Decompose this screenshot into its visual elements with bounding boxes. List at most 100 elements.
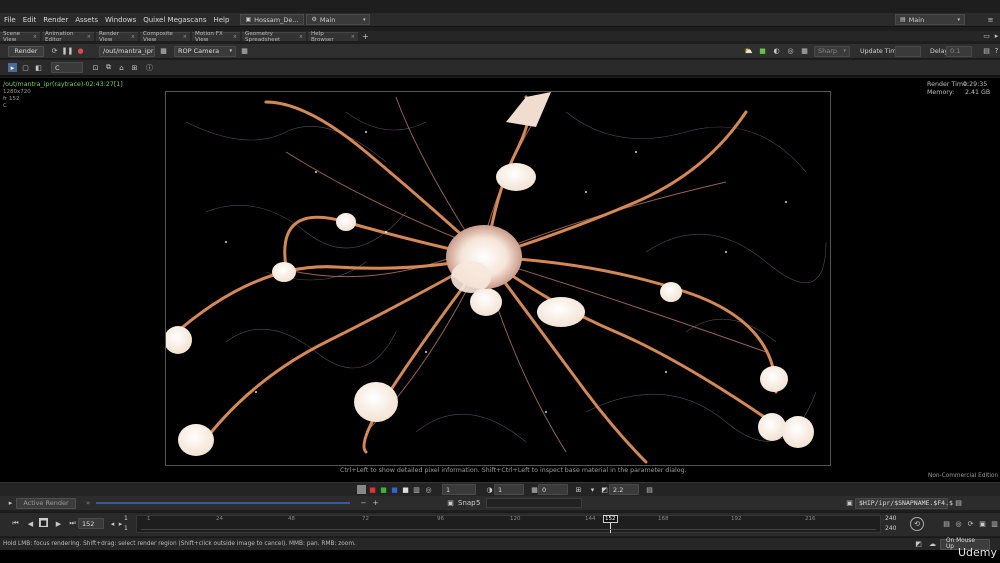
timeline-bar: ⏮ ◀ ■ ▶ ⏭ 152 ◂ ▸ 1 1 1 24 48 72 96 120 … (0, 512, 1000, 536)
realtime-icon[interactable]: ⟲ (910, 517, 924, 531)
close-icon[interactable]: × (233, 34, 237, 40)
light-icon[interactable]: ◐ (772, 47, 781, 56)
audio-icon[interactable]: ▣ (978, 519, 987, 528)
sharp-field[interactable]: Sharp ▾ (814, 45, 850, 57)
gamma-menu-icon[interactable]: ▾ (588, 485, 597, 494)
save-icon[interactable]: ▣ (845, 499, 854, 508)
frame-ruler[interactable]: 1 24 48 72 96 120 144 152 168 192 216 (136, 515, 881, 533)
desktop-selector[interactable]: ⚙ Main ▾ (306, 14, 371, 25)
cloud-status-icon[interactable]: ☁ (928, 540, 937, 549)
tick-label: 120 (510, 516, 521, 522)
select-icon[interactable]: ▸ (8, 63, 17, 72)
camera-field[interactable]: ROP Camera ▾ (174, 45, 236, 57)
lock-icon[interactable]: ⌂ (117, 63, 126, 72)
close-icon[interactable]: × (87, 34, 91, 40)
rgb-icon[interactable] (357, 485, 366, 494)
region-icon[interactable]: ▢ (21, 63, 30, 72)
color-picker-icon[interactable]: ◧ (34, 63, 43, 72)
tab-composite-view[interactable]: Composite View × (140, 31, 190, 43)
menu-help[interactable]: Help (213, 16, 229, 24)
snap-field[interactable] (486, 498, 582, 508)
close-icon[interactable]: × (351, 34, 355, 40)
stop-playback-icon[interactable]: ■ (39, 518, 48, 527)
refresh-icon[interactable]: ⟳ (50, 47, 59, 56)
jump-start-icon[interactable]: ⏮ (11, 519, 20, 528)
folder-icon[interactable]: ▤ (954, 499, 963, 508)
info-icon[interactable]: ⓘ (145, 63, 154, 72)
cloud-icon[interactable]: ⛅ (744, 47, 753, 56)
right-desktop-selector[interactable]: ▤ Main ▾ (895, 14, 965, 25)
menu-windows[interactable]: Windows (105, 16, 136, 24)
exposure-field[interactable]: 1 (442, 484, 476, 495)
playhead-marker[interactable]: 152 (603, 515, 618, 523)
file-name-box[interactable]: ▣ Hossam_De... (240, 14, 305, 25)
node-select-icon[interactable]: ▦ (159, 47, 168, 56)
tab-help-browser[interactable]: Help Browser × (308, 31, 358, 43)
active-render-button[interactable]: Active Render (16, 497, 76, 509)
pin-icon[interactable]: ⊞ (130, 63, 139, 72)
step-back-icon[interactable]: ◀ (26, 519, 35, 528)
camera-select-icon[interactable]: ▦ (240, 47, 249, 56)
close-icon[interactable]: × (299, 34, 303, 40)
shader-icon[interactable]: ■ (758, 47, 767, 56)
green-channel-icon[interactable]: ■ (379, 485, 388, 494)
delay-field[interactable]: 0.1 (946, 45, 972, 57)
rop-path-field[interactable]: /out/mantra_ipr (99, 45, 155, 57)
compare-icon[interactable]: ⧉ (104, 63, 113, 72)
close-icon[interactable]: × (131, 34, 135, 40)
tab-geometry-spreadsheet[interactable]: Geometry Spreadsheet × (242, 31, 306, 43)
menu-assets[interactable]: Assets (75, 16, 98, 24)
tab-motion-fx-view[interactable]: Motion FX View × (192, 31, 240, 43)
chat-icon[interactable]: ◩ (914, 540, 923, 549)
rendered-image[interactable] (165, 91, 831, 466)
options-icon[interactable]: ▤ (982, 47, 991, 56)
lut-icon[interactable]: ⊞ (574, 485, 583, 494)
scope-icon[interactable]: ▤ (942, 519, 951, 528)
channel-field[interactable]: C (51, 62, 83, 73)
update-time-field[interactable] (895, 45, 921, 57)
render-button[interactable]: Render (8, 45, 44, 57)
output-path-field[interactable]: $HIP/ipr/$SNAPNAME.$F4.$ (855, 497, 953, 509)
add-tab-icon[interactable]: + (362, 32, 369, 41)
contrast-icon[interactable]: ◑ (485, 485, 494, 494)
start-frame: 1 (124, 515, 128, 522)
snapshot-list-icon[interactable]: ▸ (6, 499, 15, 508)
offset-field[interactable]: 0 (538, 484, 568, 495)
blue-channel-icon[interactable]: ■ (390, 485, 399, 494)
menu-quixel[interactable]: Quixel Megascans (143, 16, 206, 24)
tab-animation-editor[interactable]: Animation Editor × (42, 31, 94, 43)
stop-icon[interactable]: ● (76, 47, 85, 56)
snapshot-icon[interactable]: ⊡ (91, 63, 100, 72)
timeline-options-icon[interactable]: ▥ (990, 519, 999, 528)
grid-icon[interactable]: ▦ (800, 47, 809, 56)
play-icon[interactable]: ▶ (54, 519, 63, 528)
remove-snapshot-icon[interactable]: − (359, 499, 368, 508)
menu-render[interactable]: Render (43, 16, 68, 24)
menu-edit[interactable]: Edit (23, 16, 37, 24)
display-options-icon[interactable]: ▤ (645, 485, 654, 494)
contrast-field[interactable]: 1 (494, 484, 524, 495)
close-icon[interactable]: × (33, 34, 37, 40)
loop-icon[interactable]: ⟳ (966, 519, 975, 528)
pane-layout-icon[interactable]: ▭ (982, 32, 991, 41)
jump-end-icon[interactable]: ⏭ (68, 519, 77, 528)
tab-scene-view[interactable]: Scene View × (0, 31, 40, 43)
gamma-icon[interactable]: ◩ (600, 485, 609, 494)
add-snapshot-icon[interactable]: + (371, 499, 380, 508)
red-channel-icon[interactable]: ■ (368, 485, 377, 494)
close-icon[interactable]: × (183, 34, 187, 40)
alpha-channel-icon[interactable]: ■ (401, 485, 410, 494)
menu-file[interactable]: File (4, 16, 16, 24)
current-frame-field[interactable]: 152 (78, 518, 104, 529)
pause-icon[interactable]: ❚❚ (62, 47, 74, 56)
exposure-icon[interactable]: ◎ (424, 485, 433, 494)
snapshot-track[interactable] (96, 502, 350, 504)
pane-menu-icon[interactable]: ▸ (992, 32, 1000, 41)
menu-icon[interactable]: ≡ (986, 15, 995, 24)
gamma-field[interactable]: 2.2 (609, 484, 639, 495)
tab-render-view[interactable]: Render View × (96, 31, 138, 43)
zoom-icon[interactable]: ◎ (786, 47, 795, 56)
keys-icon[interactable]: ◎ (954, 519, 963, 528)
histogram-icon[interactable]: ▥ (412, 485, 421, 494)
help-icon[interactable]: ? (992, 47, 1000, 56)
